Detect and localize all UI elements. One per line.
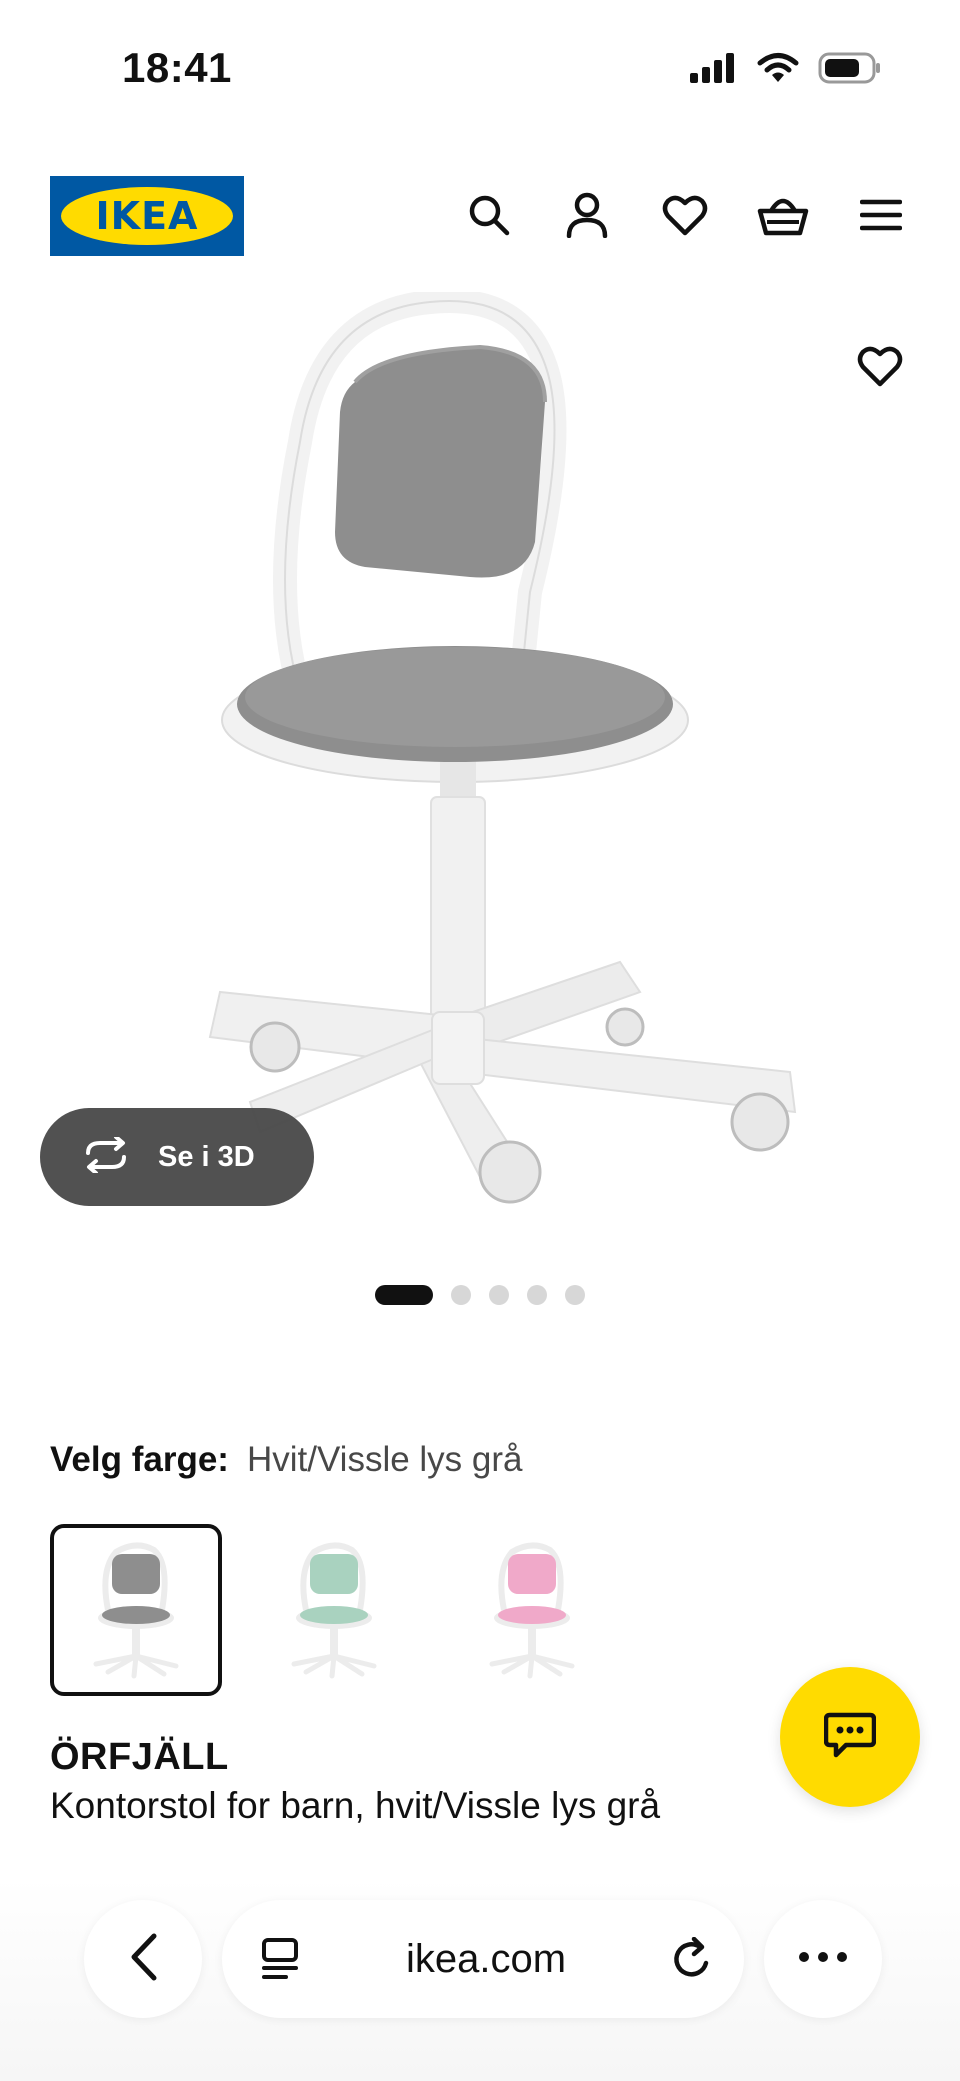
account-button[interactable] bbox=[558, 188, 616, 246]
chat-button[interactable] bbox=[780, 1667, 920, 1807]
carousel-dot-active[interactable] bbox=[375, 1285, 433, 1305]
add-to-favorites-button[interactable] bbox=[840, 328, 920, 408]
product-description: Kontorstol for barn, hvit/Vissle lys grå bbox=[50, 1785, 661, 1826]
battery-icon bbox=[818, 52, 882, 89]
chair-thumbnail-pink bbox=[489, 1542, 575, 1679]
product-info: ÖRFJÄLL Kontorstol for barn, hvit/Vissle… bbox=[50, 1736, 770, 1827]
ikea-logo[interactable]: IKEA bbox=[50, 176, 244, 256]
color-option-gray[interactable] bbox=[50, 1524, 222, 1696]
chair-thumbnail-green bbox=[291, 1542, 377, 1679]
browser-more-button[interactable] bbox=[764, 1900, 882, 2018]
search-icon bbox=[467, 193, 511, 242]
color-label: Velg farge: bbox=[50, 1440, 229, 1479]
carousel-dot[interactable] bbox=[527, 1285, 547, 1305]
product-media: Se i 3D bbox=[0, 289, 960, 1252]
carousel-dot[interactable] bbox=[489, 1285, 509, 1305]
url-text: ikea.com bbox=[405, 1936, 567, 1981]
view-in-3d-button[interactable]: Se i 3D bbox=[40, 1108, 314, 1206]
color-swatches bbox=[50, 1524, 910, 1696]
carousel-dot[interactable] bbox=[451, 1285, 471, 1305]
search-button[interactable] bbox=[460, 188, 518, 246]
reader-mode-icon[interactable] bbox=[260, 1937, 300, 1981]
basket-button[interactable] bbox=[754, 188, 812, 246]
image-carousel-dots bbox=[0, 1285, 960, 1305]
view-in-3d-label: Se i 3D bbox=[158, 1140, 255, 1173]
logo-oval: IKEA bbox=[61, 187, 233, 245]
color-picker: Velg farge: Hvit/Vissle lys grå bbox=[50, 1440, 910, 1696]
status-icons bbox=[690, 52, 882, 89]
site-header: IKEA bbox=[0, 160, 960, 270]
header-nav bbox=[460, 188, 910, 246]
product-name: ÖRFJÄLL bbox=[50, 1736, 229, 1778]
selected-color-value: Hvit/Vissle lys grå bbox=[246, 1440, 523, 1479]
menu-icon bbox=[859, 198, 903, 237]
address-bar[interactable]: ikea.com bbox=[222, 1900, 744, 2018]
status-time: 18:41 bbox=[122, 44, 232, 91]
rotate-3d-icon bbox=[80, 1134, 132, 1178]
basket-icon bbox=[757, 193, 809, 242]
chat-icon bbox=[823, 1711, 877, 1764]
color-option-green[interactable] bbox=[248, 1524, 420, 1696]
more-icon bbox=[798, 1950, 848, 1968]
wifi-icon bbox=[756, 52, 800, 89]
chair-thumbnail-gray bbox=[93, 1542, 179, 1679]
color-option-pink[interactable] bbox=[446, 1524, 618, 1696]
heart-icon bbox=[857, 345, 903, 392]
menu-button[interactable] bbox=[852, 188, 910, 246]
signal-icon bbox=[690, 53, 738, 88]
status-bar: 18:41 bbox=[0, 0, 960, 120]
chevron-left-icon bbox=[128, 1932, 158, 1987]
favorites-icon bbox=[662, 194, 708, 241]
account-icon bbox=[565, 192, 609, 243]
browser-back-button[interactable] bbox=[84, 1900, 202, 2018]
logo-text: IKEA bbox=[95, 194, 199, 238]
color-heading: Velg farge: Hvit/Vissle lys grå bbox=[50, 1440, 910, 1480]
reload-icon[interactable] bbox=[672, 1937, 714, 1981]
favorites-button[interactable] bbox=[656, 188, 714, 246]
carousel-dot[interactable] bbox=[565, 1285, 585, 1305]
browser-toolbar: ikea.com bbox=[0, 1878, 960, 2081]
